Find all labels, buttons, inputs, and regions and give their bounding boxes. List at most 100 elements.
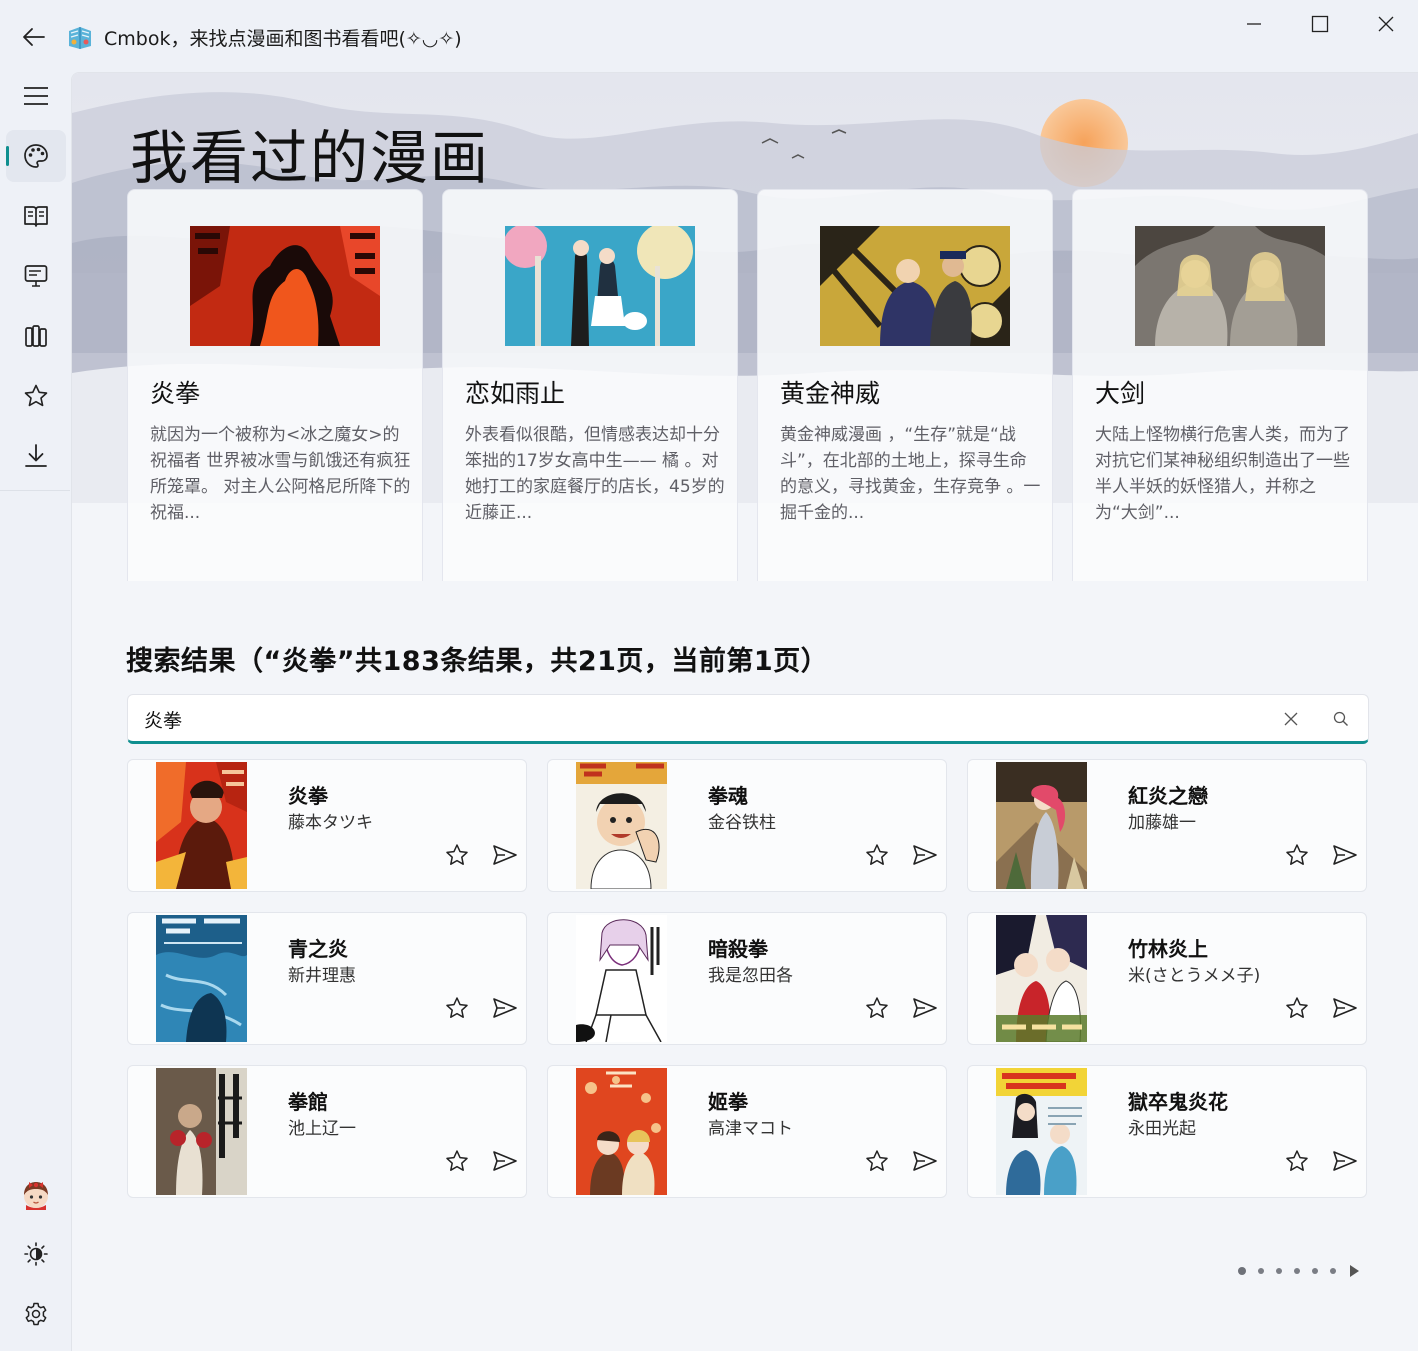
- result-card[interactable]: 姬拳 高津マコト: [547, 1065, 947, 1198]
- search-input[interactable]: [144, 704, 1244, 734]
- share-button[interactable]: [1330, 840, 1360, 870]
- nav-menu-toggle[interactable]: [6, 70, 66, 122]
- minimize-button[interactable]: [1221, 0, 1287, 48]
- result-card[interactable]: 獄卒鬼炎花 永田光起: [967, 1065, 1367, 1198]
- page-dot[interactable]: [1330, 1268, 1336, 1274]
- result-author: 新井理惠: [288, 966, 356, 986]
- maximize-button[interactable]: [1287, 0, 1353, 48]
- palette-icon: [24, 144, 48, 168]
- send-icon: [493, 845, 517, 865]
- favorite-button[interactable]: [442, 993, 472, 1023]
- book-open-icon: [24, 206, 48, 227]
- favorite-button[interactable]: [442, 1146, 472, 1176]
- settings-gear-icon: [25, 1302, 47, 1326]
- result-card[interactable]: 紅炎之戀 加藤雄一: [967, 759, 1367, 892]
- share-button[interactable]: [1330, 1146, 1360, 1176]
- pagination: [1238, 1261, 1360, 1281]
- history-card-description: 就因为一个被称为<冰之魔女>的祝福者 世界被冰雪与飢饿还有疯狂所笼罩。 对主人公…: [150, 425, 411, 523]
- result-author: 我是忽田各: [708, 966, 793, 986]
- share-button[interactable]: [1330, 993, 1360, 1023]
- comic-cover-image: [156, 1068, 247, 1195]
- back-button[interactable]: [18, 22, 50, 52]
- back-arrow-icon: [23, 28, 45, 46]
- share-button[interactable]: [910, 993, 940, 1023]
- star-outline-icon: [1286, 997, 1308, 1018]
- clear-search-button[interactable]: [1278, 707, 1304, 731]
- share-button[interactable]: [490, 993, 520, 1023]
- star-outline-icon: [866, 997, 888, 1018]
- main-content: 我看过的漫画 炎拳 就因为一个被称为<冰之魔女>的祝福者 世界被冰雪与飢饿还有疯…: [71, 72, 1418, 1351]
- comic-cover-image: [156, 915, 247, 1042]
- comic-cover-image: [996, 1068, 1087, 1195]
- nav-item-account[interactable]: [6, 1168, 66, 1220]
- nav-item-settings[interactable]: [6, 1288, 66, 1340]
- nav-item-theme[interactable]: [6, 1228, 66, 1280]
- share-button[interactable]: [910, 1146, 940, 1176]
- app-logo-icon: [69, 27, 91, 49]
- send-icon: [913, 845, 937, 865]
- history-card[interactable]: 恋如雨止 外表看似很酷，但情感表达却十分笨拙的17岁女高中生—— 橘 。对她打工…: [442, 189, 738, 581]
- history-card[interactable]: 大剑 大陆上怪物横行危害人类，而为了对抗它们某神秘组织制造出了一些半人半妖的妖怪…: [1072, 189, 1368, 581]
- result-card[interactable]: 拳魂 金谷铁柱: [547, 759, 947, 892]
- nav-item-downloads[interactable]: [6, 430, 66, 482]
- star-outline-icon: [866, 1150, 888, 1171]
- history-card[interactable]: 黄金神威 黄金神威漫画 ，“生存”就是“战斗”，在北部的土地上，探寻生命的意义，…: [757, 189, 1053, 581]
- result-card[interactable]: 暗殺拳 我是忽田各: [547, 912, 947, 1045]
- comic-cover-image: [576, 1068, 667, 1195]
- page-dot[interactable]: [1276, 1268, 1282, 1274]
- user-avatar-icon: [24, 1182, 48, 1210]
- star-outline-icon: [446, 997, 468, 1018]
- history-card-description: 大陆上怪物横行危害人类，而为了对抗它们某神秘组织制造出了一些半人半妖的妖怪猎人，…: [1095, 425, 1350, 523]
- navigation-rail: [0, 72, 70, 1351]
- favorite-button[interactable]: [862, 1146, 892, 1176]
- favorite-button[interactable]: [1282, 1146, 1312, 1176]
- page-dot[interactable]: [1312, 1268, 1318, 1274]
- nav-item-presentation[interactable]: [6, 250, 66, 302]
- nav-item-favorites[interactable]: [6, 370, 66, 422]
- result-author: 米(さとうメメ子): [1128, 966, 1261, 986]
- star-outline-icon: [1286, 1150, 1308, 1171]
- favorite-button[interactable]: [1282, 840, 1312, 870]
- result-title: 拳魂: [708, 784, 748, 808]
- nav-item-comics[interactable]: [6, 130, 66, 182]
- nav-item-library[interactable]: [6, 310, 66, 362]
- result-card[interactable]: 炎拳 藤本タツキ: [127, 759, 527, 892]
- result-title: 紅炎之戀: [1128, 784, 1208, 808]
- download-icon: [25, 444, 47, 467]
- comic-cover-image: [1135, 226, 1325, 346]
- result-card[interactable]: 竹林炎上 米(さとうメメ子): [967, 912, 1367, 1045]
- send-icon: [913, 998, 937, 1018]
- search-submit-button[interactable]: [1328, 707, 1354, 731]
- share-button[interactable]: [910, 840, 940, 870]
- comic-cover-image: [505, 226, 695, 346]
- nav-item-books[interactable]: [6, 190, 66, 242]
- comic-cover-image: [156, 762, 247, 889]
- page-dot[interactable]: [1258, 1268, 1264, 1274]
- comic-cover-image: [190, 226, 380, 346]
- star-outline-icon: [866, 844, 888, 865]
- share-button[interactable]: [490, 1146, 520, 1176]
- history-card-title: 大剑: [1095, 379, 1146, 408]
- send-icon: [913, 1151, 937, 1171]
- window-title: Cmbok，来找点漫画和图书看看吧(✧◡✧): [104, 28, 462, 50]
- comic-cover-image: [996, 762, 1087, 889]
- favorite-button[interactable]: [1282, 993, 1312, 1023]
- send-icon: [1333, 845, 1357, 865]
- page-dot[interactable]: [1238, 1267, 1246, 1275]
- share-button[interactable]: [490, 840, 520, 870]
- result-author: 金谷铁柱: [708, 813, 776, 833]
- close-window-button[interactable]: [1353, 0, 1418, 48]
- favorite-button[interactable]: [862, 993, 892, 1023]
- result-author: 永田光起: [1128, 1119, 1196, 1139]
- favorite-button[interactable]: [862, 840, 892, 870]
- result-card[interactable]: 拳館 池上辽一: [127, 1065, 527, 1198]
- favorite-button[interactable]: [442, 840, 472, 870]
- result-title: 姬拳: [708, 1090, 748, 1114]
- result-card[interactable]: 青之炎 新井理惠: [127, 912, 527, 1045]
- history-card[interactable]: 炎拳 就因为一个被称为<冰之魔女>的祝福者 世界被冰雪与飢饿还有疯狂所笼罩。 对…: [127, 189, 423, 581]
- next-page-triangle-icon[interactable]: [1348, 1264, 1360, 1278]
- result-title: 青之炎: [288, 937, 348, 961]
- page-dot[interactable]: [1294, 1268, 1300, 1274]
- search-box: [127, 694, 1369, 744]
- star-outline-icon: [446, 1150, 468, 1171]
